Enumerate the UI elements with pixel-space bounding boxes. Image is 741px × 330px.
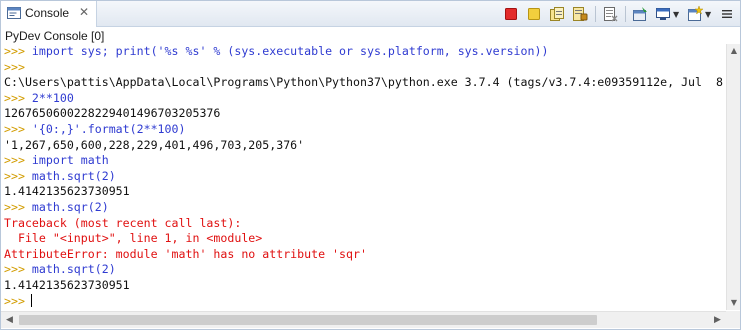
scrollbar-corner bbox=[726, 311, 740, 328]
console-prompt: >>> bbox=[4, 90, 32, 105]
console-output-text: 1.4142135623730951 bbox=[4, 277, 130, 292]
text-cursor bbox=[30, 293, 32, 307]
console-icon bbox=[7, 7, 21, 19]
console-line: >>> math.sqrt(2) bbox=[1, 169, 726, 185]
console-line: AttributeError: module 'math' has no att… bbox=[1, 247, 726, 263]
toolbar-separator bbox=[625, 6, 626, 22]
close-icon[interactable]: ✕ bbox=[79, 5, 89, 19]
console-line: >>> bbox=[1, 60, 726, 76]
console-line: >>> bbox=[1, 293, 726, 310]
horizontal-scrollbar[interactable]: ◀ ▶ bbox=[1, 311, 726, 328]
console-prompt: >>> bbox=[4, 199, 32, 214]
console-line: Traceback (most recent call last): bbox=[1, 216, 726, 232]
scroll-left-arrow-icon[interactable]: ◀ bbox=[1, 312, 18, 328]
console-error-text: Traceback (most recent call last): bbox=[4, 215, 242, 230]
console-tab[interactable]: Console ✕ bbox=[1, 1, 97, 27]
console-prompt: >>> bbox=[4, 121, 32, 136]
scroll-down-arrow-icon[interactable]: ▼ bbox=[727, 296, 741, 310]
open-console-icon[interactable] bbox=[686, 5, 704, 23]
scroll-right-arrow-icon[interactable]: ▶ bbox=[709, 312, 726, 328]
console-input-text: math.sqrt(2) bbox=[31, 262, 116, 277]
chevron-down-icon[interactable]: ▼ bbox=[705, 10, 713, 19]
console-input-text: import sys; print('%s %s' % (sys.executa… bbox=[31, 44, 549, 58]
toolbar-separator bbox=[595, 6, 596, 22]
console-prompt: >>> bbox=[4, 59, 32, 74]
console-input-text: 2**100 bbox=[31, 90, 74, 105]
console-line: File "<input>", line 1, in <module> bbox=[1, 231, 726, 247]
console-line: >>> math.sqr(2) bbox=[1, 200, 726, 216]
console-line: >>> import math bbox=[1, 153, 726, 169]
console-error-text: File "<input>", line 1, in <module> bbox=[4, 231, 263, 246]
console-line: C:\Users\pattis\AppData\Local\Programs\P… bbox=[1, 75, 726, 91]
console-line: >>> '{0:,}'.format(2**100) bbox=[1, 122, 726, 138]
console-view: Console ✕ ▼ ▼ PyDev Console [0] >>> impo… bbox=[0, 0, 741, 330]
console-tab-label: Console bbox=[25, 6, 70, 20]
console-prompt: >>> bbox=[4, 262, 32, 277]
console-line: 1.4142135623730951 bbox=[1, 184, 726, 200]
console-line: 1.4142135623730951 bbox=[1, 278, 726, 294]
console-output-text: 1267650600228229401496703205376 bbox=[4, 106, 221, 121]
pin-console-icon[interactable] bbox=[631, 5, 649, 23]
console-line: 1267650600228229401496703205376 bbox=[1, 106, 726, 122]
console-title: PyDev Console [0] bbox=[5, 29, 105, 43]
console-input-text: '{0:,}'.format(2**100) bbox=[31, 121, 186, 136]
horizontal-scrollbar-thumb[interactable] bbox=[19, 315, 597, 325]
console-prompt: >>> bbox=[4, 168, 32, 183]
console-line: >>> import sys; print('%s %s' % (sys.exe… bbox=[1, 44, 726, 60]
console-line: '1,267,650,600,228,229,401,496,703,205,3… bbox=[1, 138, 726, 154]
console-line: >>> math.sqrt(2) bbox=[1, 262, 726, 278]
console-input-text: math.sqr(2) bbox=[31, 199, 109, 214]
console-prompt: >>> bbox=[4, 293, 25, 308]
console-line: >>> 2**100 bbox=[1, 91, 726, 107]
view-menu-icon[interactable] bbox=[718, 5, 736, 23]
console-prompt: >>> bbox=[4, 153, 32, 168]
chevron-down-icon[interactable]: ▼ bbox=[673, 10, 681, 19]
view-tab-bar: Console ✕ ▼ ▼ bbox=[1, 1, 740, 27]
console-input-text: math.sqrt(2) bbox=[31, 168, 116, 183]
console-output-text: '1,267,650,600,228,229,401,496,703,205,3… bbox=[4, 137, 305, 152]
terminate-icon[interactable] bbox=[502, 5, 520, 23]
scroll-up-arrow-icon[interactable]: ▲ bbox=[727, 44, 741, 58]
scroll-lock-icon[interactable] bbox=[571, 5, 589, 23]
console-toolbar: ▼ ▼ bbox=[497, 4, 736, 24]
remove-launch-icon[interactable] bbox=[525, 5, 543, 23]
console-input-text: import math bbox=[31, 153, 109, 168]
vertical-scrollbar[interactable]: ▲ ▼ bbox=[726, 44, 740, 310]
remove-all-terminated-icon[interactable] bbox=[548, 5, 566, 23]
console-output[interactable]: >>> import sys; print('%s %s' % (sys.exe… bbox=[1, 44, 726, 310]
display-selected-console-icon[interactable] bbox=[654, 5, 672, 23]
console-prompt: >>> bbox=[4, 44, 32, 58]
console-output-text: C:\Users\pattis\AppData\Local\Programs\P… bbox=[4, 75, 723, 90]
clear-console-icon[interactable] bbox=[601, 5, 619, 23]
console-output-text: 1.4142135623730951 bbox=[4, 184, 130, 199]
console-error-text: AttributeError: module 'math' has no att… bbox=[4, 246, 367, 261]
